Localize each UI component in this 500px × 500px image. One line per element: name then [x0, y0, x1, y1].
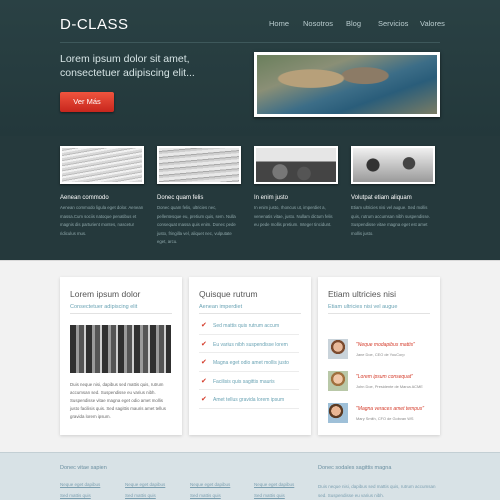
- hero-header: D-CLASS Home Nosotros Blog Servicios Val…: [0, 0, 500, 136]
- feature-title[interactable]: Donec quam felis: [157, 195, 241, 201]
- footer-link[interactable]: Sed mattis quis: [60, 493, 91, 498]
- testimonial: "Neque modapibus mattis" Jane Doe, CEO d…: [328, 339, 434, 365]
- building-image: [70, 325, 171, 373]
- nav-item-nosotros[interactable]: Nosotros: [303, 19, 333, 28]
- card-title: Lorem ipsum dolor: [70, 289, 141, 299]
- feature-title[interactable]: Aenean commodo: [60, 195, 144, 201]
- footer: Donec vitae sapien Neque eget dapibus Se…: [0, 452, 500, 500]
- card-subtitle: Consectetuer adipiscing elit: [70, 304, 138, 310]
- list-item[interactable]: ✔ Sed mattis quis rutrum accum: [199, 321, 299, 340]
- feature-item: Volutpat etiam aliquam Etiam ultricies n…: [351, 146, 435, 238]
- footer-link[interactable]: Sed mattis quis: [254, 493, 285, 498]
- feature-item: Aenean commodo Aenean commodo ligula ege…: [60, 146, 144, 238]
- testimonial-quote: "Lorem ipsum consequat": [356, 374, 413, 380]
- feature-title[interactable]: In enim justo: [254, 195, 338, 201]
- testimonial-author: John Doe, Presidente de Marca ACME: [356, 384, 423, 389]
- check-icon: ✔: [201, 340, 207, 348]
- feature-text: Etiam ultricies nisi vel augue. Sed moll…: [351, 205, 431, 236]
- content-section: Lorem ipsum dolor Consectetuer adipiscin…: [0, 260, 500, 452]
- testimonial: "Magna veraces amet tempus" Mary Smith, …: [328, 403, 434, 429]
- hero-tagline: Lorem ipsum dolor sit amet, consectetuer…: [60, 53, 195, 79]
- feature-text: In enim justo, rhoncus ut, imperdiet a, …: [254, 205, 333, 227]
- nav-item-blog[interactable]: Blog: [346, 19, 361, 28]
- card-divider: [199, 313, 301, 314]
- card-divider: [70, 313, 172, 314]
- footer-link[interactable]: Neque eget dapibus: [254, 482, 294, 487]
- feature-item: Donec quam felis Donec quam felis, ultri…: [157, 146, 241, 247]
- main-nav: Home Nosotros Blog Servicios Valores: [0, 19, 500, 33]
- footer-link[interactable]: Neque eget dapibus: [60, 482, 100, 487]
- footer-link[interactable]: Sed mattis quis: [190, 493, 221, 498]
- card-subtitle: Etiam ultricies nisi vel augue: [328, 304, 398, 310]
- footer-column-title: Donec sodales sagittis magna: [318, 465, 392, 471]
- check-icon: ✔: [201, 396, 207, 403]
- card-title: Etiam ultricies nisi: [328, 289, 397, 299]
- list-item[interactable]: ✔ Amet tellus gravida lorem ipsum: [199, 395, 299, 414]
- hero-image: [254, 52, 440, 117]
- avatar: [328, 371, 348, 391]
- feature-thumbnail[interactable]: [60, 146, 144, 184]
- nav-item-home[interactable]: Home: [269, 19, 289, 28]
- nav-item-valores[interactable]: Valores: [420, 19, 445, 28]
- card-divider: [328, 313, 430, 314]
- ver-mas-button[interactable]: Ver Más: [60, 92, 114, 112]
- list-item[interactable]: ✔ Eu varius nibh suspendisse lorem: [199, 340, 299, 359]
- card-text: Duis neque nisi, dapibus sed mattis quis…: [70, 382, 166, 419]
- testimonial-author: Jane Doe, CEO de YouCorp: [356, 352, 405, 357]
- features-band: Aenean commodo Aenean commodo ligula ege…: [0, 136, 500, 260]
- feature-thumbnail[interactable]: [351, 146, 435, 184]
- feature-title[interactable]: Volutpat etiam aliquam: [351, 195, 435, 201]
- avatar: [328, 403, 348, 423]
- testimonial-author: Mary Smith, CFO de Gobvan WS: [356, 416, 414, 421]
- footer-column-title: Donec vitae sapien: [60, 465, 107, 471]
- footer-text: Duis neque nisi, dapibus sed mattis quis…: [318, 484, 436, 498]
- feature-thumbnail[interactable]: [254, 146, 338, 184]
- avatar: [328, 339, 348, 359]
- header-divider: [60, 42, 440, 43]
- check-icon: ✔: [201, 359, 207, 366]
- footer-link[interactable]: Neque eget dapibus: [190, 482, 230, 487]
- footer-link[interactable]: Sed mattis quis: [125, 493, 156, 498]
- check-list: ✔ Sed mattis quis rutrum accum ✔ Eu varius…: [199, 321, 299, 414]
- check-icon: ✔: [201, 377, 207, 385]
- feature-text: Aenean commodo ligula eget dolor. Aenean…: [60, 205, 144, 236]
- card-etiam: Etiam ultricies nisi Etiam ultricies nis…: [318, 277, 440, 435]
- footer-link[interactable]: Neque eget dapibus: [125, 482, 165, 487]
- card-lorem: Lorem ipsum dolor Consectetuer adipiscin…: [60, 277, 182, 435]
- nav-item-servicios[interactable]: Servicios: [378, 19, 408, 28]
- card-quisque: Quisque rutrum Aenean imperdiet ✔ Sed mat…: [189, 277, 311, 435]
- feature-thumbnail[interactable]: [157, 146, 241, 184]
- testimonial: "Lorem ipsum consequat" John Doe, Presid…: [328, 371, 434, 397]
- list-item[interactable]: ✔ Facilisis quis sagittis mauris: [199, 377, 299, 396]
- card-title: Quisque rutrum: [199, 289, 258, 299]
- feature-item: In enim justo In enim justo, rhoncus ut,…: [254, 146, 338, 230]
- feature-text: Donec quam felis, ultricies nec, pellent…: [157, 205, 236, 244]
- testimonial-quote: "Magna veraces amet tempus": [356, 406, 425, 412]
- list-item[interactable]: ✔ Magna eget odio amet mollis justo: [199, 358, 299, 377]
- check-icon: ✔: [201, 322, 207, 329]
- testimonial-quote: "Neque modapibus mattis": [356, 342, 415, 348]
- card-subtitle: Aenean imperdiet: [199, 304, 243, 310]
